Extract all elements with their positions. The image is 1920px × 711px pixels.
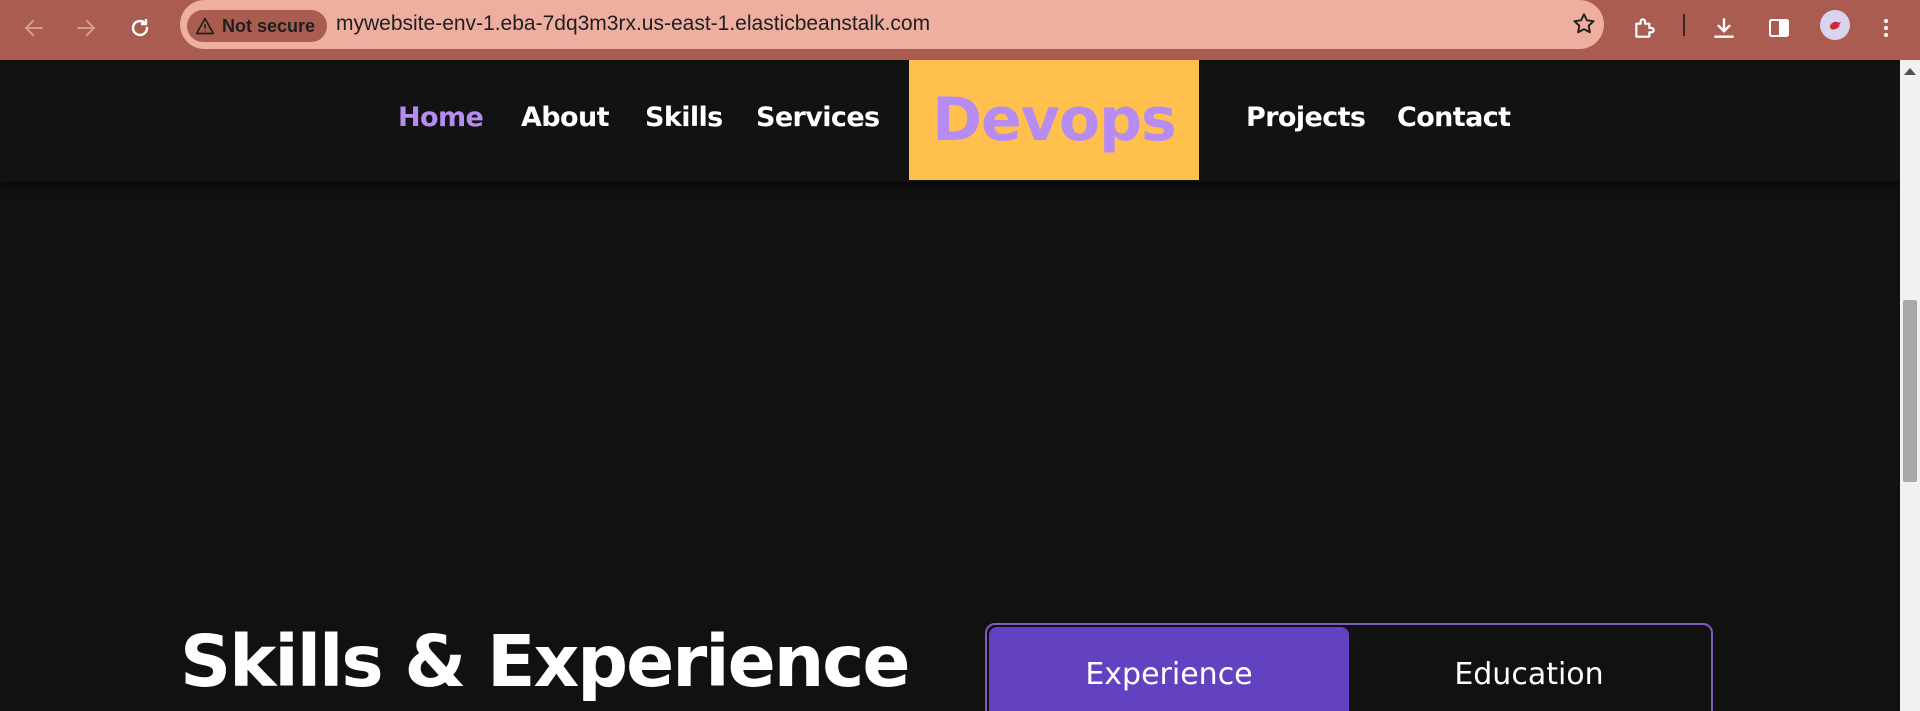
download-icon — [1714, 18, 1734, 38]
back-icon — [24, 20, 43, 36]
web-page: Home About Skills Services Devops Projec… — [0, 60, 1900, 711]
forward-icon — [77, 20, 96, 36]
downloads-button[interactable] — [1704, 8, 1744, 48]
side-panel-icon — [1769, 19, 1789, 37]
url-text[interactable]: mywebsite-env-1.eba-7dq3m3rx.us-east-1.e… — [336, 12, 930, 36]
side-panel-button[interactable] — [1759, 8, 1799, 48]
security-chip-label: Not secure — [222, 15, 316, 36]
logo-text: Devops — [932, 85, 1176, 155]
tab-experience[interactable]: Experience — [989, 627, 1349, 711]
scroll-thumb[interactable] — [1903, 300, 1917, 482]
extensions-button[interactable] — [1625, 8, 1665, 48]
site-navbar: Home About Skills Services Devops Projec… — [0, 60, 1900, 182]
chrome-menu-button[interactable] — [1866, 8, 1906, 48]
bird-icon — [1829, 21, 1841, 30]
profile-avatar[interactable] — [1820, 10, 1850, 40]
experience-education-tabs: Experience Education — [985, 623, 1713, 711]
nav-link-about[interactable]: About — [521, 102, 610, 133]
site-logo[interactable]: Devops — [909, 60, 1199, 180]
page-scrollbar[interactable] — [1900, 60, 1920, 711]
forward-button[interactable] — [66, 8, 106, 48]
nav-link-projects[interactable]: Projects — [1246, 102, 1366, 133]
section-title: Skills & Experience — [180, 620, 911, 703]
reload-icon — [131, 19, 149, 37]
nav-link-skills[interactable]: Skills — [645, 102, 723, 133]
toolbar-separator — [1683, 14, 1685, 36]
tab-education[interactable]: Education — [1349, 627, 1709, 711]
star-icon — [1573, 13, 1595, 34]
bookmark-button[interactable] — [1564, 4, 1604, 44]
scroll-up-arrow[interactable] — [1904, 68, 1916, 75]
warning-icon — [195, 17, 215, 35]
extensions-icon — [1635, 18, 1655, 38]
security-chip[interactable]: Not secure — [187, 10, 328, 42]
address-bar[interactable]: Not secure mywebsite-env-1.eba-7dq3m3rx.… — [180, 0, 1604, 49]
nav-link-contact[interactable]: Contact — [1397, 102, 1511, 133]
nav-link-home[interactable]: Home — [398, 102, 484, 133]
nav-link-services[interactable]: Services — [756, 102, 880, 133]
reload-button[interactable] — [120, 8, 160, 48]
back-button[interactable] — [14, 8, 54, 48]
browser-toolbar: Not secure mywebsite-env-1.eba-7dq3m3rx.… — [0, 0, 1920, 60]
menu-icon — [1884, 19, 1888, 37]
